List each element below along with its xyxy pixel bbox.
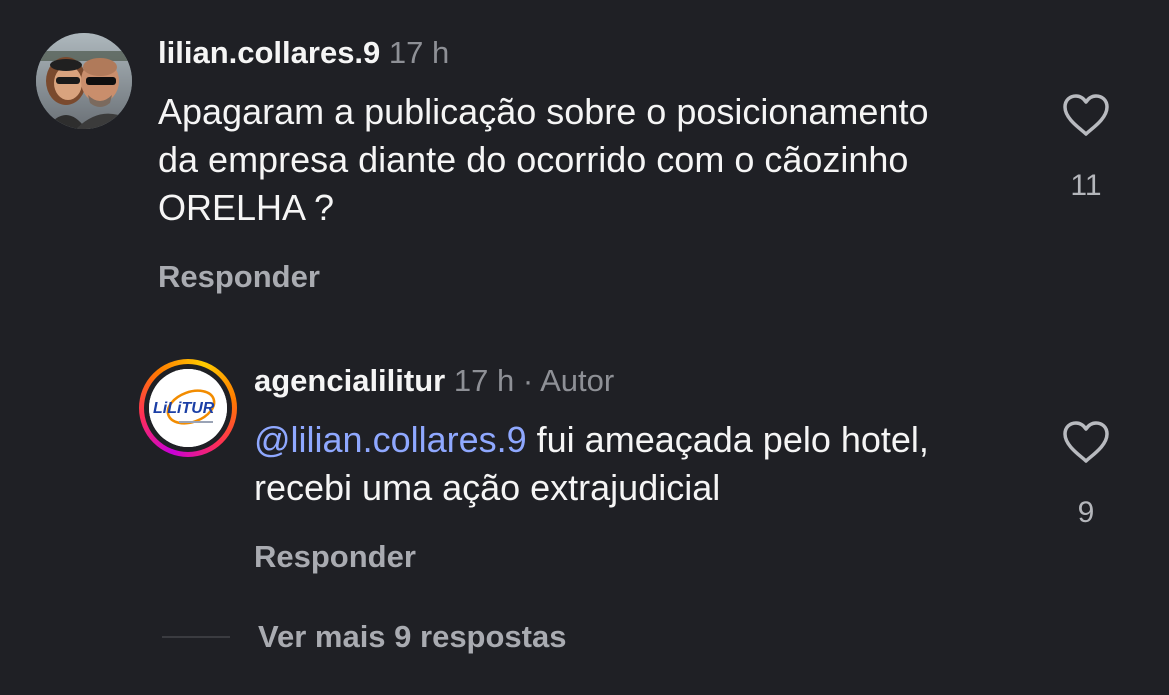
username[interactable]: lilian.collares.9	[158, 35, 380, 70]
like-group: 9	[1056, 419, 1116, 531]
username[interactable]: agencialilitur	[254, 363, 445, 398]
mention-link[interactable]: @lilian.collares.9	[254, 419, 527, 460]
like-count: 11	[1070, 169, 1102, 202]
author-badge: Autor	[540, 363, 615, 398]
like-count: 9	[1077, 496, 1095, 529]
timestamp: 17 h	[453, 363, 515, 398]
divider-line	[162, 636, 230, 638]
comment-text: @lilian.collares.9 fui ameaçada pelo hot…	[254, 416, 974, 512]
comment-text: Apagaram a publicação sobre o posicionam…	[158, 91, 929, 228]
reply-button[interactable]: Responder	[158, 257, 320, 297]
view-more-replies-label[interactable]: Ver mais 9 respostas	[258, 615, 566, 659]
heart-icon[interactable]	[1061, 419, 1111, 465]
view-more-replies[interactable]: Ver mais 9 respostas	[162, 615, 762, 659]
timestamp: 17 h	[388, 35, 450, 70]
separator-dot: ·	[522, 363, 534, 398]
lilitur-logo-icon: LiLiTUR	[149, 369, 227, 447]
like-group: 11	[1056, 92, 1116, 204]
brand-logo: LiLiTUR	[149, 369, 227, 447]
heart-icon[interactable]	[1061, 92, 1111, 138]
avatar[interactable]: LiLiTUR	[139, 359, 237, 457]
avatar-photo-icon	[36, 33, 132, 129]
comment-header: lilian.collares.9 17 h	[158, 33, 449, 73]
comment-header: agencialilitur 17 h · Autor	[254, 361, 614, 401]
reply-button[interactable]: Responder	[254, 537, 416, 577]
logo-text: LiLiTUR	[153, 400, 215, 417]
avatar[interactable]	[36, 33, 132, 129]
